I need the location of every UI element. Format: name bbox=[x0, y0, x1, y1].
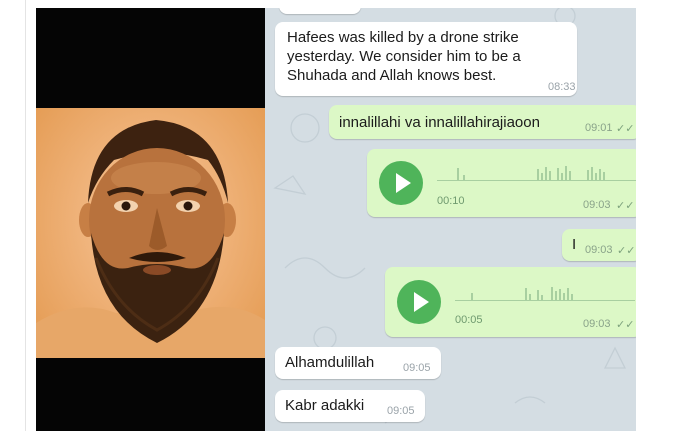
message-bubble-outgoing[interactable]: innalillahi va innalillahirajiaoon 09:01… bbox=[329, 105, 636, 139]
message-text: Kabr adakki bbox=[285, 397, 365, 414]
page-border bbox=[25, 0, 26, 431]
message-text: Alhamdulillah bbox=[285, 354, 375, 371]
voice-message-bubble[interactable]: 00:05 09:03 ✓✓ bbox=[385, 267, 636, 337]
chat-panel[interactable]: Hafees was killed by a drone strike yest… bbox=[265, 8, 636, 431]
message-text: innalillahi va innalillahirajiaoon bbox=[339, 114, 540, 131]
double-check-icon: ✓✓ bbox=[616, 200, 635, 212]
message-time: 08:33 bbox=[548, 81, 576, 93]
message-time: 09:01 bbox=[585, 122, 613, 134]
audio-waveform[interactable] bbox=[455, 283, 635, 303]
message-time: 09:03 bbox=[583, 199, 611, 211]
bearded-man-portrait bbox=[36, 120, 265, 358]
message-bubble-incoming[interactable]: Alhamdulillah 09:05 bbox=[275, 347, 441, 379]
previous-message-bubble bbox=[279, 8, 361, 14]
portrait-photo bbox=[36, 108, 265, 358]
message-time: 09:05 bbox=[403, 362, 431, 374]
photo-panel bbox=[36, 8, 265, 431]
message-bubble-outgoing[interactable]: I 09:03 ✓✓ bbox=[562, 229, 636, 261]
message-time: 09:03 bbox=[583, 318, 611, 330]
message-text: Hafees was killed by a drone strike yest… bbox=[287, 29, 521, 84]
message-time: 09:05 bbox=[387, 405, 415, 417]
message-bubble-incoming[interactable]: Kabr adakki 09:05 bbox=[275, 390, 425, 422]
double-check-icon: ✓✓ bbox=[616, 123, 635, 135]
voice-duration: 00:05 bbox=[455, 314, 483, 326]
audio-waveform[interactable] bbox=[437, 163, 636, 183]
play-icon[interactable] bbox=[397, 280, 441, 324]
double-check-icon: ✓✓ bbox=[617, 245, 636, 257]
double-check-icon: ✓✓ bbox=[616, 319, 635, 331]
play-icon[interactable] bbox=[379, 161, 423, 205]
voice-duration: 00:10 bbox=[437, 195, 465, 207]
message-time: 09:03 bbox=[585, 244, 613, 256]
voice-message-bubble[interactable]: 00:10 09:03 ✓✓ bbox=[367, 149, 636, 217]
message-bubble-incoming[interactable]: Hafees was killed by a drone strike yest… bbox=[275, 22, 577, 96]
message-text: I bbox=[572, 236, 577, 253]
